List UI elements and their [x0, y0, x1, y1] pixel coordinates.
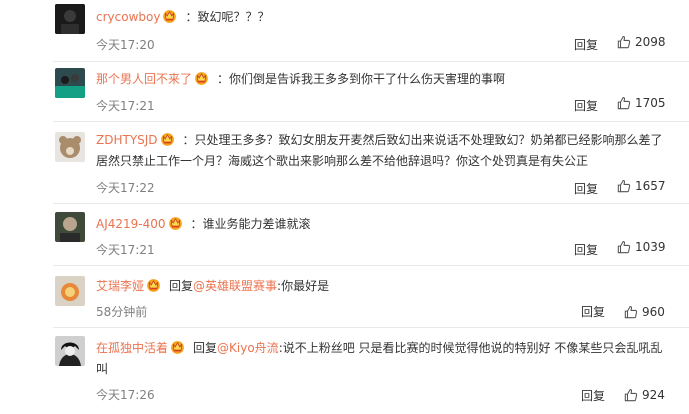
comment-text: ：你们倒是告诉我王多多到你干了什么伤天害理的事啊	[217, 72, 506, 86]
thumbs-up-icon	[624, 305, 638, 319]
avatar[interactable]	[55, 132, 85, 162]
thumbs-up-icon	[617, 35, 631, 49]
crown-badge-icon	[146, 278, 161, 292]
like-count: 1657	[635, 179, 666, 193]
comment-item: ZDHTYSJD ：只处理王多多？致幻女朋友开麦然后致幻出来说话不处理致幻？奶弟都…	[0, 122, 689, 204]
mention-link[interactable]: @英雄联盟赛事	[193, 279, 277, 293]
comment-body: AJ4219-400 ：谁业务能力差谁就滚	[96, 214, 671, 235]
username-link[interactable]: 艾瑞李娅	[96, 279, 144, 293]
crown-badge-icon	[194, 71, 209, 85]
reply-button[interactable]: 回复	[581, 387, 605, 404]
like-button[interactable]: 1039	[617, 240, 666, 254]
comment-body: ZDHTYSJD ：只处理王多多？致幻女朋友开麦然后致幻出来说话不处理致幻？奶弟都…	[96, 130, 671, 172]
comment-text: ：谁业务能力差谁就滚	[190, 217, 311, 231]
like-button[interactable]: 924	[624, 388, 665, 402]
comment-time: 今天17:21	[96, 243, 155, 257]
crown-badge-icon	[162, 9, 177, 23]
like-count: 1705	[635, 96, 666, 110]
reply-button[interactable]: 回复	[581, 303, 605, 320]
comment-item: AJ4219-400 ：谁业务能力差谁就滚 今天17:21 回复 1039	[0, 204, 689, 266]
avatar[interactable]	[55, 68, 85, 98]
mention-link[interactable]: @Kiyo舟流	[217, 341, 279, 355]
thumbs-up-icon	[617, 179, 631, 193]
avatar[interactable]	[55, 276, 85, 306]
reply-button[interactable]: 回复	[574, 97, 598, 114]
comment-list: crycowboy ：致幻呢？？？ 今天17:20 回复 2098 那个男人回不来…	[0, 0, 689, 414]
username-link[interactable]: ZDHTYSJD	[96, 133, 158, 147]
like-button[interactable]: 2098	[617, 35, 666, 49]
like-count: 924	[642, 388, 665, 402]
like-button[interactable]: 1705	[617, 96, 666, 110]
comment-time: 今天17:21	[96, 99, 155, 113]
comment-item: 艾瑞李娅 回复@英雄联盟赛事:你最好是 58分钟前 回复 960	[0, 266, 689, 328]
like-count: 1039	[635, 240, 666, 254]
comment-time: 58分钟前	[96, 305, 148, 319]
like-button[interactable]: 1657	[617, 179, 666, 193]
comment-body: 那个男人回不来了 ：你们倒是告诉我王多多到你干了什么伤天害理的事啊	[96, 69, 671, 90]
comment-body: crycowboy ：致幻呢？？？	[96, 7, 671, 28]
like-count: 960	[642, 305, 665, 319]
comment-time: 今天17:20	[96, 38, 155, 52]
like-button[interactable]: 960	[624, 305, 665, 319]
reply-prefix: 回复	[193, 341, 218, 355]
username-link[interactable]: crycowboy	[96, 10, 160, 24]
comment-item: 在孤独中活着 回复@Kiyo舟流:说不上粉丝吧 只是看比赛的时候觉得他说的特别好 …	[0, 328, 689, 414]
reply-button[interactable]: 回复	[574, 180, 598, 197]
username-link[interactable]: 那个男人回不来了	[96, 72, 192, 86]
comment-time: 今天17:26	[96, 388, 155, 402]
username-link[interactable]: 在孤独中活着	[96, 341, 168, 355]
thumbs-up-icon	[617, 240, 631, 254]
reply-button[interactable]: 回复	[574, 36, 598, 53]
comment-item: 那个男人回不来了 ：你们倒是告诉我王多多到你干了什么伤天害理的事啊 今天17:21…	[0, 62, 689, 122]
avatar[interactable]	[55, 336, 85, 366]
reply-prefix: 回复	[169, 279, 194, 293]
comment-text: :你最好是	[277, 279, 330, 293]
comment-text: ：只处理王多多？致幻女朋友开麦然后致幻出来说话不处理致幻？奶弟都已经影响那么差了…	[96, 133, 663, 168]
like-count: 2098	[635, 35, 666, 49]
reply-button[interactable]: 回复	[574, 241, 598, 258]
avatar[interactable]	[55, 4, 85, 34]
comment-text: ：致幻呢？？？	[185, 10, 270, 24]
username-link[interactable]: AJ4219-400	[96, 217, 166, 231]
comment-body: 在孤独中活着 回复@Kiyo舟流:说不上粉丝吧 只是看比赛的时候觉得他说的特别好 …	[96, 338, 671, 380]
crown-badge-icon	[168, 216, 183, 230]
thumbs-up-icon	[624, 388, 638, 402]
comment-body: 艾瑞李娅 回复@英雄联盟赛事:你最好是	[96, 276, 671, 297]
thumbs-up-icon	[617, 96, 631, 110]
crown-badge-icon	[170, 340, 185, 354]
avatar[interactable]	[55, 212, 85, 242]
crown-badge-icon	[160, 132, 175, 146]
comment-item: crycowboy ：致幻呢？？？ 今天17:20 回复 2098	[0, 0, 689, 62]
comment-time: 今天17:22	[96, 181, 155, 195]
